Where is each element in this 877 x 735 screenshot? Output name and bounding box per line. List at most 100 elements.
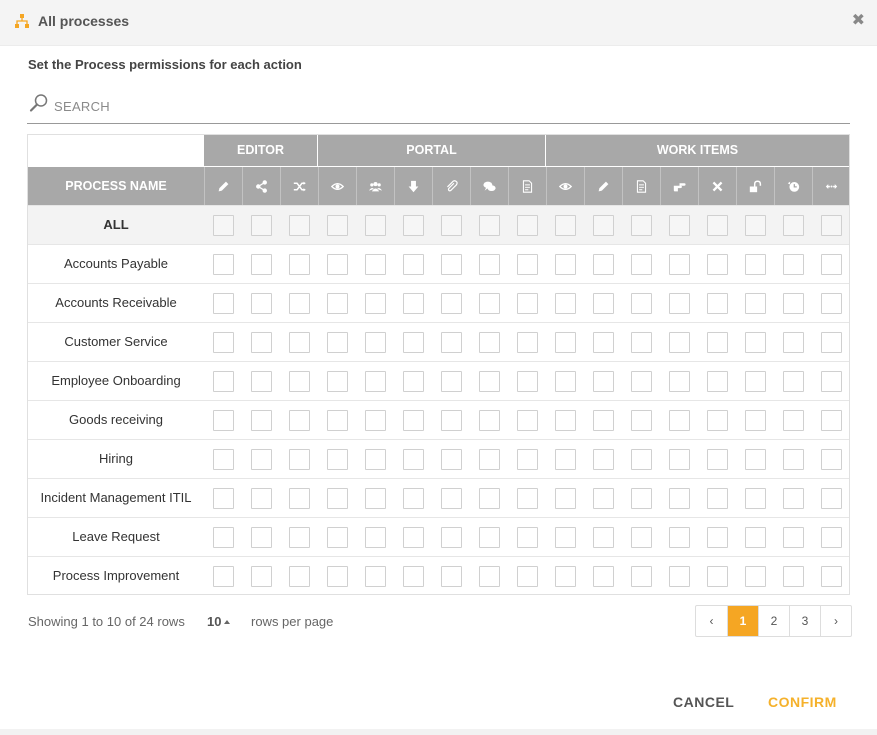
permission-checkbox[interactable] [479, 371, 500, 392]
permission-checkbox[interactable] [631, 410, 652, 431]
permission-checkbox[interactable] [441, 449, 462, 470]
permission-checkbox[interactable] [783, 293, 804, 314]
permission-checkbox[interactable] [289, 566, 310, 587]
process-name-header[interactable]: PROCESS NAME [28, 167, 204, 205]
select-all-checkbox[interactable] [213, 215, 234, 236]
permission-checkbox[interactable] [403, 527, 424, 548]
permission-checkbox[interactable] [593, 254, 614, 275]
permission-checkbox[interactable] [403, 293, 424, 314]
permission-checkbox[interactable] [745, 332, 766, 353]
permission-checkbox[interactable] [441, 410, 462, 431]
page-3-button[interactable]: 3 [789, 606, 820, 636]
permission-checkbox[interactable] [555, 410, 576, 431]
permission-checkbox[interactable] [555, 254, 576, 275]
close-icon[interactable]: ✖ [852, 12, 865, 30]
permission-checkbox[interactable] [631, 254, 652, 275]
permission-checkbox[interactable] [707, 371, 728, 392]
permission-checkbox[interactable] [441, 566, 462, 587]
permission-checkbox[interactable] [251, 371, 272, 392]
select-all-checkbox[interactable] [707, 215, 728, 236]
permission-checkbox[interactable] [251, 566, 272, 587]
permission-checkbox[interactable] [707, 410, 728, 431]
permission-checkbox[interactable] [327, 449, 348, 470]
select-all-checkbox[interactable] [555, 215, 576, 236]
permission-checkbox[interactable] [669, 254, 690, 275]
permission-checkbox[interactable] [251, 293, 272, 314]
permission-checkbox[interactable] [403, 254, 424, 275]
select-all-checkbox[interactable] [745, 215, 766, 236]
permission-checkbox[interactable] [289, 332, 310, 353]
permission-checkbox[interactable] [213, 410, 234, 431]
permission-checkbox[interactable] [783, 527, 804, 548]
permission-checkbox[interactable] [783, 254, 804, 275]
permission-checkbox[interactable] [669, 371, 690, 392]
next-page-button[interactable]: › [820, 606, 851, 636]
permission-checkbox[interactable] [707, 332, 728, 353]
permission-checkbox[interactable] [669, 488, 690, 509]
permission-checkbox[interactable] [707, 566, 728, 587]
permission-checkbox[interactable] [251, 332, 272, 353]
permission-checkbox[interactable] [707, 293, 728, 314]
permission-checkbox[interactable] [213, 488, 234, 509]
select-all-checkbox[interactable] [403, 215, 424, 236]
permission-checkbox[interactable] [251, 449, 272, 470]
permission-checkbox[interactable] [821, 332, 842, 353]
permission-checkbox[interactable] [365, 254, 386, 275]
select-all-checkbox[interactable] [821, 215, 842, 236]
permission-checkbox[interactable] [479, 293, 500, 314]
permission-checkbox[interactable] [403, 371, 424, 392]
permission-checkbox[interactable] [707, 254, 728, 275]
permission-checkbox[interactable] [555, 566, 576, 587]
page-1-button[interactable]: 1 [727, 606, 758, 636]
permission-checkbox[interactable] [213, 332, 234, 353]
select-all-checkbox[interactable] [289, 215, 310, 236]
prev-page-button[interactable]: ‹ [696, 606, 727, 636]
permission-checkbox[interactable] [517, 293, 538, 314]
permission-checkbox[interactable] [517, 332, 538, 353]
permission-checkbox[interactable] [289, 488, 310, 509]
permission-checkbox[interactable] [593, 449, 614, 470]
permission-checkbox[interactable] [365, 332, 386, 353]
permission-checkbox[interactable] [365, 293, 386, 314]
permission-checkbox[interactable] [669, 566, 690, 587]
permission-checkbox[interactable] [707, 527, 728, 548]
permission-checkbox[interactable] [327, 488, 348, 509]
permission-checkbox[interactable] [365, 488, 386, 509]
permission-checkbox[interactable] [479, 332, 500, 353]
permission-checkbox[interactable] [441, 371, 462, 392]
permission-checkbox[interactable] [213, 254, 234, 275]
permission-checkbox[interactable] [631, 371, 652, 392]
permission-checkbox[interactable] [669, 527, 690, 548]
permission-checkbox[interactable] [821, 371, 842, 392]
permission-checkbox[interactable] [251, 410, 272, 431]
permission-checkbox[interactable] [555, 527, 576, 548]
permission-checkbox[interactable] [783, 449, 804, 470]
permission-checkbox[interactable] [479, 254, 500, 275]
permission-checkbox[interactable] [631, 332, 652, 353]
permission-checkbox[interactable] [783, 488, 804, 509]
permission-checkbox[interactable] [593, 293, 614, 314]
permission-checkbox[interactable] [289, 410, 310, 431]
permission-checkbox[interactable] [745, 488, 766, 509]
permission-checkbox[interactable] [783, 371, 804, 392]
permission-checkbox[interactable] [555, 332, 576, 353]
permission-checkbox[interactable] [517, 527, 538, 548]
permission-checkbox[interactable] [517, 449, 538, 470]
permission-checkbox[interactable] [631, 566, 652, 587]
permission-checkbox[interactable] [593, 410, 614, 431]
permission-checkbox[interactable] [745, 410, 766, 431]
permission-checkbox[interactable] [213, 566, 234, 587]
permission-checkbox[interactable] [517, 254, 538, 275]
permission-checkbox[interactable] [517, 410, 538, 431]
permission-checkbox[interactable] [745, 254, 766, 275]
permission-checkbox[interactable] [251, 488, 272, 509]
permission-checkbox[interactable] [593, 332, 614, 353]
permission-checkbox[interactable] [213, 371, 234, 392]
select-all-checkbox[interactable] [517, 215, 538, 236]
permission-checkbox[interactable] [631, 449, 652, 470]
permission-checkbox[interactable] [213, 293, 234, 314]
permission-checkbox[interactable] [441, 332, 462, 353]
permission-checkbox[interactable] [213, 527, 234, 548]
permission-checkbox[interactable] [669, 410, 690, 431]
permission-checkbox[interactable] [669, 293, 690, 314]
